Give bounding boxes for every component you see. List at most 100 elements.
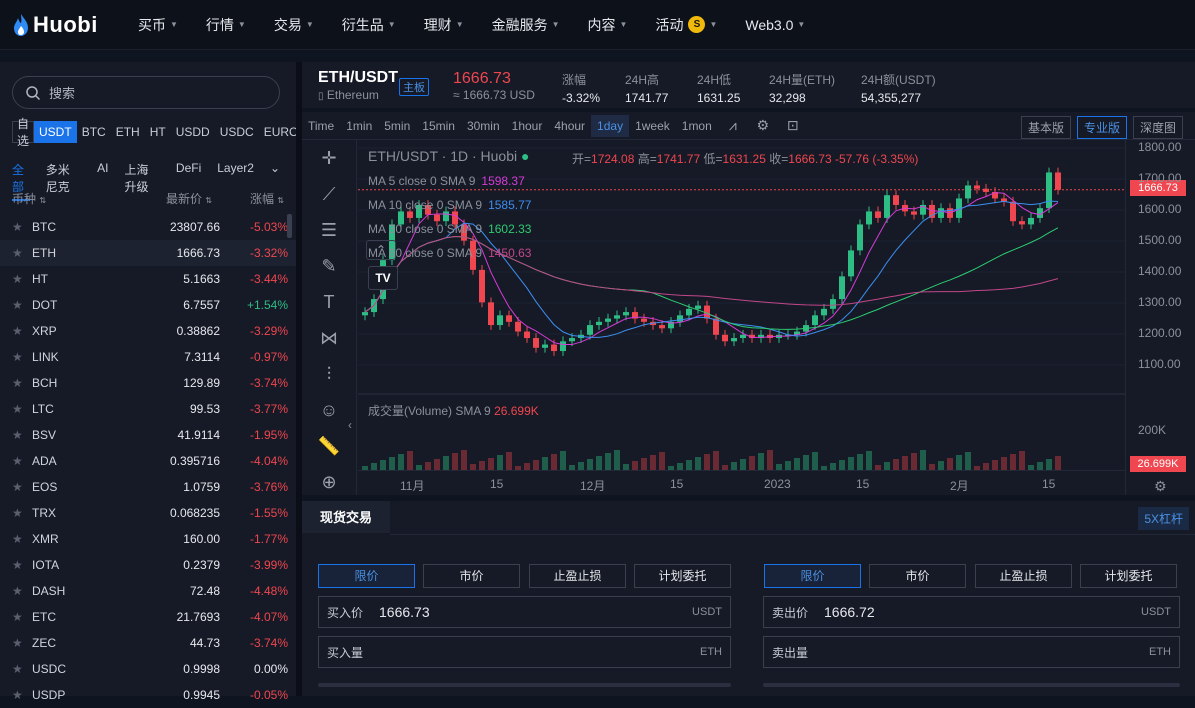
sell-amount-field[interactable]: 卖出量 ETH <box>763 636 1180 668</box>
star-icon[interactable]: ★ <box>12 324 32 338</box>
timeframe-5min[interactable]: 5min <box>378 115 416 137</box>
star-icon[interactable]: ★ <box>12 636 32 650</box>
nav-item-5[interactable]: 金融服务 ▼ <box>492 15 560 35</box>
star-icon[interactable]: ★ <box>12 506 32 520</box>
change-column-header[interactable]: 涨幅 ⇅ <box>212 190 284 207</box>
timeframe-1mon[interactable]: 1mon <box>676 115 718 137</box>
text-tool-icon[interactable]: T <box>302 284 356 320</box>
market-row[interactable]: ★ LINK 7.3114 -0.97% <box>0 344 296 370</box>
horizontal-lines-icon[interactable]: ☰ <box>302 212 356 248</box>
screenshot-icon[interactable]: ⊡ <box>778 117 808 134</box>
market-row[interactable]: ★ BSV 41.9114 -1.95% <box>0 422 296 448</box>
nav-item-3[interactable]: 衍生品 ▼ <box>342 15 396 35</box>
timeframe-15min[interactable]: 15min <box>416 115 461 137</box>
star-icon[interactable]: ★ <box>12 584 32 598</box>
market-row[interactable]: ★ DOT 6.7557 +1.54% <box>0 292 296 318</box>
nav-item-8[interactable]: Web3.0 ▼ <box>745 15 805 35</box>
buy-order-tab-1[interactable]: 市价 <box>423 564 520 588</box>
price-plot[interactable]: ETH/USDT · 1D · Huobi ● 开=1724.08 高=1741… <box>348 140 1125 470</box>
star-icon[interactable]: ★ <box>12 532 32 546</box>
collapse-toolbar-icon[interactable]: ‹ <box>348 418 352 432</box>
buy-price-value[interactable]: 1666.73 <box>379 604 692 620</box>
timeframe-4hour[interactable]: 4hour <box>548 115 591 137</box>
sell-price-field[interactable]: 卖出价 1666.72 USDT <box>763 596 1180 628</box>
market-row[interactable]: ★ DASH 72.48 -4.48% <box>0 578 296 604</box>
market-list-scrollbar[interactable] <box>287 214 292 238</box>
market-row[interactable]: ★ ETC 21.7693 -4.07% <box>0 604 296 630</box>
pattern-icon[interactable]: ⋈ <box>302 320 356 356</box>
price-axis[interactable]: 1666.73 200K 26.699K ⚙ 1800.00 1700.00 160… <box>1125 140 1195 495</box>
nav-item-4[interactable]: 理财 ▼ <box>424 15 464 35</box>
timeframe-30min[interactable]: 30min <box>461 115 506 137</box>
star-icon[interactable]: ★ <box>12 480 32 494</box>
coin-column-header[interactable]: 币种 ⇅ <box>12 190 102 207</box>
star-icon[interactable]: ★ <box>12 428 32 442</box>
timeframe-1day[interactable]: 1day <box>591 114 630 137</box>
star-icon[interactable]: ★ <box>12 662 32 676</box>
nav-item-0[interactable]: 买币 ▼ <box>138 15 178 35</box>
leverage-button[interactable]: 5X杠杆 <box>1138 507 1189 530</box>
star-icon[interactable]: ★ <box>12 610 32 624</box>
star-icon[interactable]: ★ <box>12 220 32 234</box>
collapse-legend-button[interactable]: ⌃ <box>366 240 396 260</box>
sell-order-tab-1[interactable]: 市价 <box>869 564 966 588</box>
sell-order-tab-3[interactable]: 计划委托 <box>1080 564 1177 588</box>
market-row[interactable]: ★ ADA 0.395716 -4.04% <box>0 448 296 474</box>
nav-item-2[interactable]: 交易 ▼ <box>274 15 314 35</box>
timeframe-time[interactable]: Time <box>302 115 340 137</box>
timeframe-1week[interactable]: 1week <box>629 115 676 137</box>
buy-amount-field[interactable]: 买入量 ETH <box>318 636 731 668</box>
buy-order-tab-3[interactable]: 计划委托 <box>634 564 731 588</box>
timeframe-1min[interactable]: 1min <box>340 115 378 137</box>
view-button-2[interactable]: 深度图 <box>1132 116 1183 139</box>
buy-order-tab-2[interactable]: 止盈止损 <box>529 564 626 588</box>
crosshair-icon[interactable]: ✛ <box>302 140 356 176</box>
quote-tab-usdd[interactable]: USDD <box>171 121 215 143</box>
nav-item-6[interactable]: 内容 ▼ <box>588 15 628 35</box>
market-row[interactable]: ★ BTC 23807.66 -5.03% <box>0 214 296 240</box>
chart-type-icon[interactable]: ⩘ <box>718 117 748 134</box>
quote-tab-ht[interactable]: HT <box>145 121 171 143</box>
buy-order-tab-0[interactable]: 限价 <box>318 564 415 588</box>
axis-settings-icon[interactable]: ⚙ <box>1154 478 1167 495</box>
star-icon[interactable]: ★ <box>12 558 32 572</box>
ruler-icon[interactable]: 📏 <box>302 428 356 464</box>
quote-tab-自选[interactable]: 自选 <box>12 117 35 148</box>
quote-tab-usdc[interactable]: USDC <box>215 121 259 143</box>
star-icon[interactable]: ★ <box>12 376 32 390</box>
star-icon[interactable]: ★ <box>12 246 32 260</box>
market-row[interactable]: ★ IOTA 0.2379 -3.99% <box>0 552 296 578</box>
market-row[interactable]: ★ EOS 1.0759 -3.76% <box>0 474 296 500</box>
star-icon[interactable]: ★ <box>12 350 32 364</box>
spot-trade-tab[interactable]: 现货交易 <box>302 501 390 535</box>
star-icon[interactable]: ★ <box>12 272 32 286</box>
trendline-icon[interactable]: ⟋ <box>302 176 356 212</box>
market-row[interactable]: ★ TRX 0.068235 -1.55% <box>0 500 296 526</box>
tradingview-logo[interactable]: TV <box>368 266 398 290</box>
time-axis[interactable]: 11月 15 12月 15 2023 15 2月 15 <box>358 470 1125 495</box>
market-row[interactable]: ★ USDP 0.9945 -0.05% <box>0 682 296 708</box>
search-input[interactable]: 搜索 <box>12 76 280 109</box>
pair-symbol[interactable]: ETH/USDT <box>318 69 398 87</box>
view-button-1[interactable]: 专业版 <box>1076 116 1127 139</box>
nav-item-7[interactable]: 活动 S ▼ <box>655 15 717 35</box>
huobi-logo[interactable]: Huobi <box>12 12 122 38</box>
quote-tab-eth[interactable]: ETH <box>111 121 145 143</box>
brush-icon[interactable]: ✎ <box>302 248 356 284</box>
star-icon[interactable]: ★ <box>12 298 32 312</box>
market-row[interactable]: ★ BCH 129.89 -3.74% <box>0 370 296 396</box>
zoom-in-icon[interactable]: ⊕ <box>302 464 356 500</box>
nav-item-1[interactable]: 行情 ▼ <box>206 15 246 35</box>
timeframe-1hour[interactable]: 1hour <box>506 115 549 137</box>
market-row[interactable]: ★ HT 5.1663 -3.44% <box>0 266 296 292</box>
market-row[interactable]: ★ ZEC 44.73 -3.74% <box>0 630 296 656</box>
sell-order-tab-2[interactable]: 止盈止损 <box>975 564 1072 588</box>
measure-lines-icon[interactable]: ⫶ <box>302 356 356 392</box>
market-row[interactable]: ★ ETH 1666.73 -3.32% <box>0 240 296 266</box>
star-icon[interactable]: ★ <box>12 402 32 416</box>
star-icon[interactable]: ★ <box>12 688 32 702</box>
market-row[interactable]: ★ XRP 0.38862 -3.29% <box>0 318 296 344</box>
settings-icon[interactable]: ⚙ <box>748 117 778 134</box>
market-row[interactable]: ★ XMR 160.00 -1.77% <box>0 526 296 552</box>
price-column-header[interactable]: 最新价 ⇅ <box>102 190 212 207</box>
